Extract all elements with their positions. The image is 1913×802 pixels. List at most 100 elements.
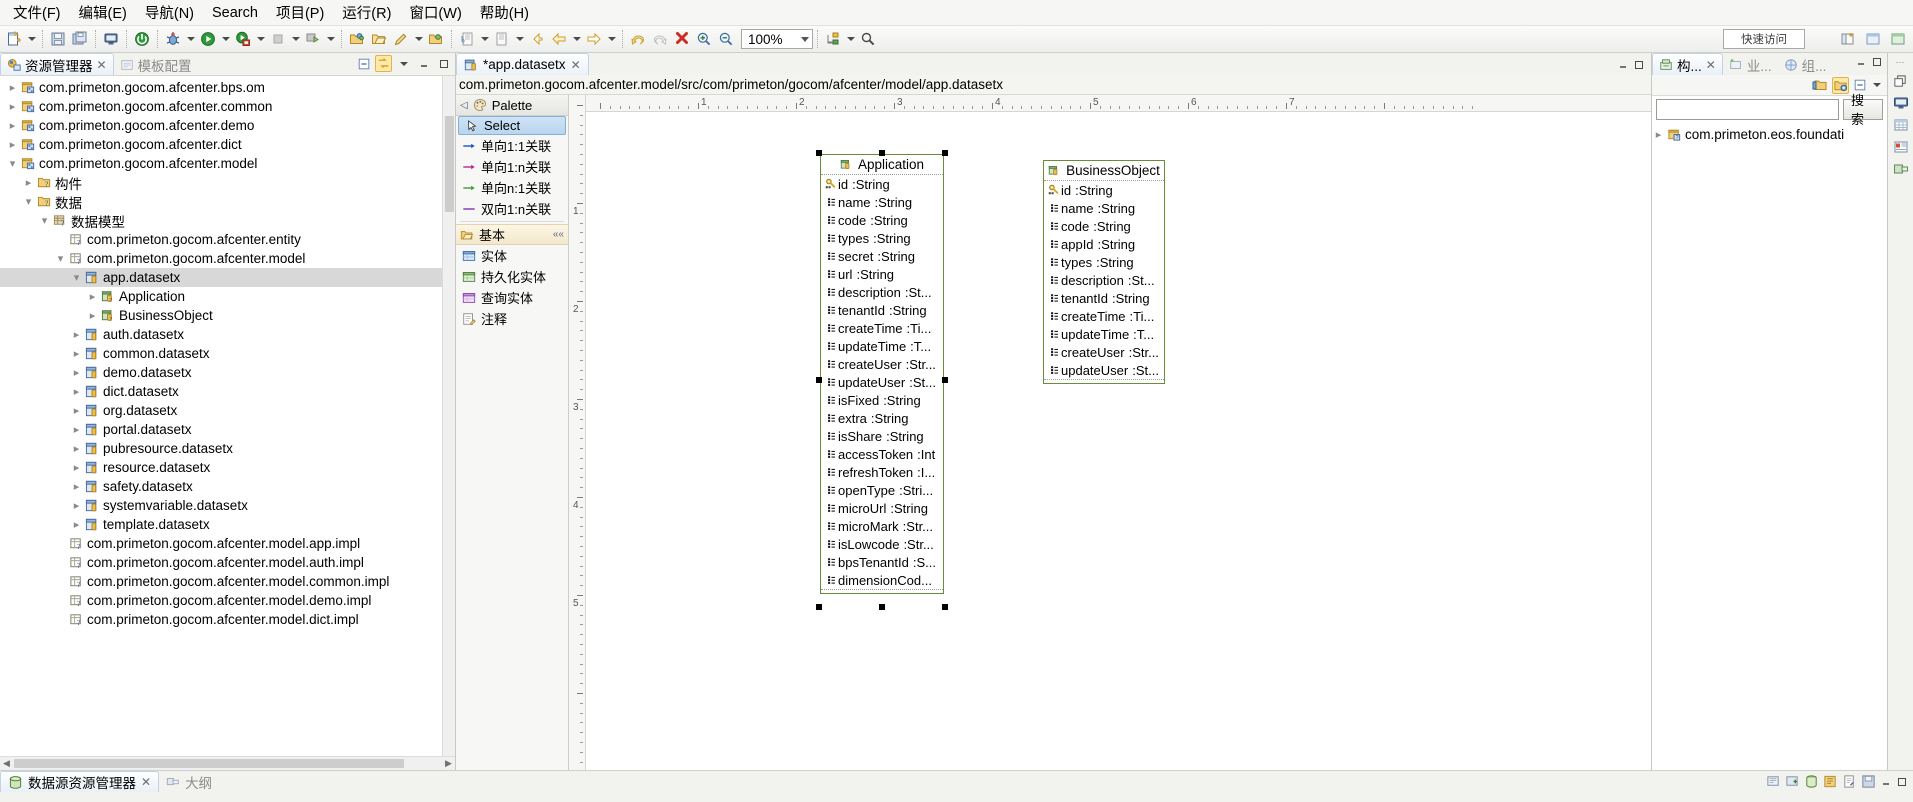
tree-item[interactable]: com.primeton.gocom.afcenter.model <box>0 154 455 173</box>
tree-item[interactable]: ?构件 <box>0 173 455 192</box>
tree-item[interactable]: resource.datasetx <box>0 458 455 477</box>
console-icon[interactable] <box>1893 95 1909 111</box>
menu-item-file[interactable]: 文件(F) <box>4 0 70 26</box>
entity-attribute-row[interactable]: createUser:Str... <box>1044 343 1164 361</box>
close-icon[interactable]: ✕ <box>141 776 151 788</box>
chevron-right-icon[interactable] <box>70 499 83 512</box>
back-icon[interactable] <box>526 28 548 50</box>
chevron-right-icon[interactable] <box>70 366 83 379</box>
chevron-right-icon[interactable] <box>6 100 19 113</box>
tree-item[interactable]: org.datasetx <box>0 401 455 420</box>
entity-attribute-row[interactable]: tenantId:String <box>821 301 943 319</box>
perspective-java-icon[interactable] <box>1862 28 1884 50</box>
palette-group-basic[interactable]: 基本 «« <box>456 224 568 245</box>
next-dropdown-icon[interactable] <box>605 28 618 50</box>
run-server-icon[interactable] <box>232 28 254 50</box>
tab-datasource-explorer[interactable]: 数据源资源管理器 ✕ <box>0 771 159 792</box>
palette-tool-select[interactable]: Select <box>458 116 566 135</box>
palette-item-1[interactable]: 持久化实体 <box>456 266 568 287</box>
selection-handle[interactable] <box>942 604 948 610</box>
new-wizard-dropdown-icon[interactable] <box>25 28 38 50</box>
search-button[interactable]: 搜索 <box>1843 99 1883 120</box>
power-icon[interactable] <box>131 28 153 50</box>
entity-attribute-row[interactable]: bpsTenantId:S... <box>821 553 943 571</box>
entity-attribute-row[interactable]: tenantId:String <box>1044 289 1164 307</box>
publish-icon[interactable] <box>302 28 324 50</box>
entity-attribute-row[interactable]: id:String <box>821 175 943 193</box>
chevron-right-icon[interactable] <box>22 176 35 189</box>
layout-dropdown-icon[interactable] <box>844 28 857 50</box>
component-list[interactable]: ? com.primeton.eos.foundati <box>1652 122 1887 770</box>
scroll-left-arrow[interactable]: ◀ <box>0 758 13 769</box>
chevron-right-icon[interactable] <box>70 328 83 341</box>
chevron-right-icon[interactable] <box>6 81 19 94</box>
chevron-down-icon[interactable] <box>801 37 809 42</box>
menu-item-project[interactable]: 项目(P) <box>267 0 333 26</box>
entity-attribute-row[interactable]: updateUser:St... <box>1044 361 1164 379</box>
entity-attribute-row[interactable]: refreshToken:I... <box>821 463 943 481</box>
chevron-right-icon[interactable] <box>70 442 83 455</box>
layout-icon[interactable] <box>822 28 844 50</box>
selection-handle[interactable] <box>816 604 822 610</box>
selection-handle[interactable] <box>816 377 822 383</box>
tree-item[interactable]: dict.datasetx <box>0 382 455 401</box>
chevron-right-icon[interactable] <box>70 423 83 436</box>
chevron-right-icon[interactable] <box>70 518 83 531</box>
menu-item-help[interactable]: 帮助(H) <box>471 0 538 26</box>
palette-header[interactable]: ◁ Palette <box>456 95 568 116</box>
tree-item[interactable]: ?Application <box>0 287 455 306</box>
close-icon[interactable]: ✕ <box>571 59 581 71</box>
entity-attribute-row[interactable]: description:St... <box>821 283 943 301</box>
entity-attribute-row[interactable]: dimensionCod... <box>821 571 943 589</box>
menu-item-run[interactable]: 运行(R) <box>333 0 400 26</box>
link-with-editor-icon[interactable] <box>375 55 392 72</box>
tree-item[interactable]: ?数据 <box>0 192 455 211</box>
tab-resource-explorer[interactable]: 资源管理器 ✕ <box>0 53 114 75</box>
publish-dropdown-icon[interactable] <box>324 28 337 50</box>
outline-icon[interactable] <box>1893 161 1909 177</box>
entity-attribute-row[interactable]: id:String <box>1044 181 1164 199</box>
entity-attribute-row[interactable]: types:String <box>821 229 943 247</box>
entity-attribute-row[interactable]: createTime:Ti... <box>821 319 943 337</box>
new-connection-icon[interactable] <box>1785 774 1800 789</box>
zoom-out-icon[interactable] <box>715 28 737 50</box>
entity-attribute-row[interactable]: isFixed:String <box>821 391 943 409</box>
entity-title-bar[interactable]: Application <box>821 155 943 175</box>
quick-access-field[interactable]: 快速访问 <box>1723 29 1805 49</box>
tree-item[interactable]: com.primeton.gocom.afcenter.demo <box>0 116 455 135</box>
properties-icon[interactable] <box>1893 139 1909 155</box>
selection-handle[interactable] <box>942 150 948 156</box>
pin-icon[interactable]: «« <box>553 229 564 240</box>
tree-item[interactable]: ?com.primeton.gocom.afcenter.model.commo… <box>0 572 455 591</box>
entity-attribute-row[interactable]: microUrl:String <box>821 499 943 517</box>
search-tool-icon[interactable] <box>857 28 879 50</box>
sql-icon[interactable] <box>1804 774 1819 789</box>
tree-item[interactable]: template.datasetx <box>0 515 455 534</box>
selection-handle[interactable] <box>942 377 948 383</box>
next-icon[interactable] <box>583 28 605 50</box>
chevron-right-icon[interactable] <box>86 290 99 303</box>
chevron-down-icon[interactable] <box>22 195 35 208</box>
entity-attribute-row[interactable]: name:String <box>821 193 943 211</box>
tree-item[interactable]: common.datasetx <box>0 344 455 363</box>
selection-handle[interactable] <box>879 604 885 610</box>
scrollbar-thumb[interactable] <box>445 116 454 212</box>
export-dropdown-icon[interactable] <box>513 28 526 50</box>
chevron-right-icon[interactable] <box>6 119 19 132</box>
edit-dropdown-icon[interactable] <box>412 28 425 50</box>
close-icon[interactable]: ✕ <box>1706 59 1716 71</box>
script-icon[interactable] <box>1842 774 1857 789</box>
entity-attribute-row[interactable]: extra:String <box>821 409 943 427</box>
tree-item[interactable]: com.primeton.gocom.afcenter.bps.om <box>0 78 455 97</box>
view-menu-icon[interactable] <box>395 55 412 72</box>
entity-attribute-row[interactable]: updateUser:St... <box>821 373 943 391</box>
entity-attribute-row[interactable]: types:String <box>1044 253 1164 271</box>
save-icon[interactable] <box>1861 774 1876 789</box>
chevron-right-icon[interactable] <box>70 404 83 417</box>
run-dropdown-icon[interactable] <box>219 28 232 50</box>
drag-handle[interactable]: ⋯ <box>1896 57 1906 68</box>
editor-maximize-icon[interactable] <box>1633 59 1645 71</box>
restore-icon[interactable] <box>1893 74 1908 89</box>
refresh-icon[interactable] <box>1766 774 1781 789</box>
entity-attribute-row[interactable]: accessToken:Int <box>821 445 943 463</box>
